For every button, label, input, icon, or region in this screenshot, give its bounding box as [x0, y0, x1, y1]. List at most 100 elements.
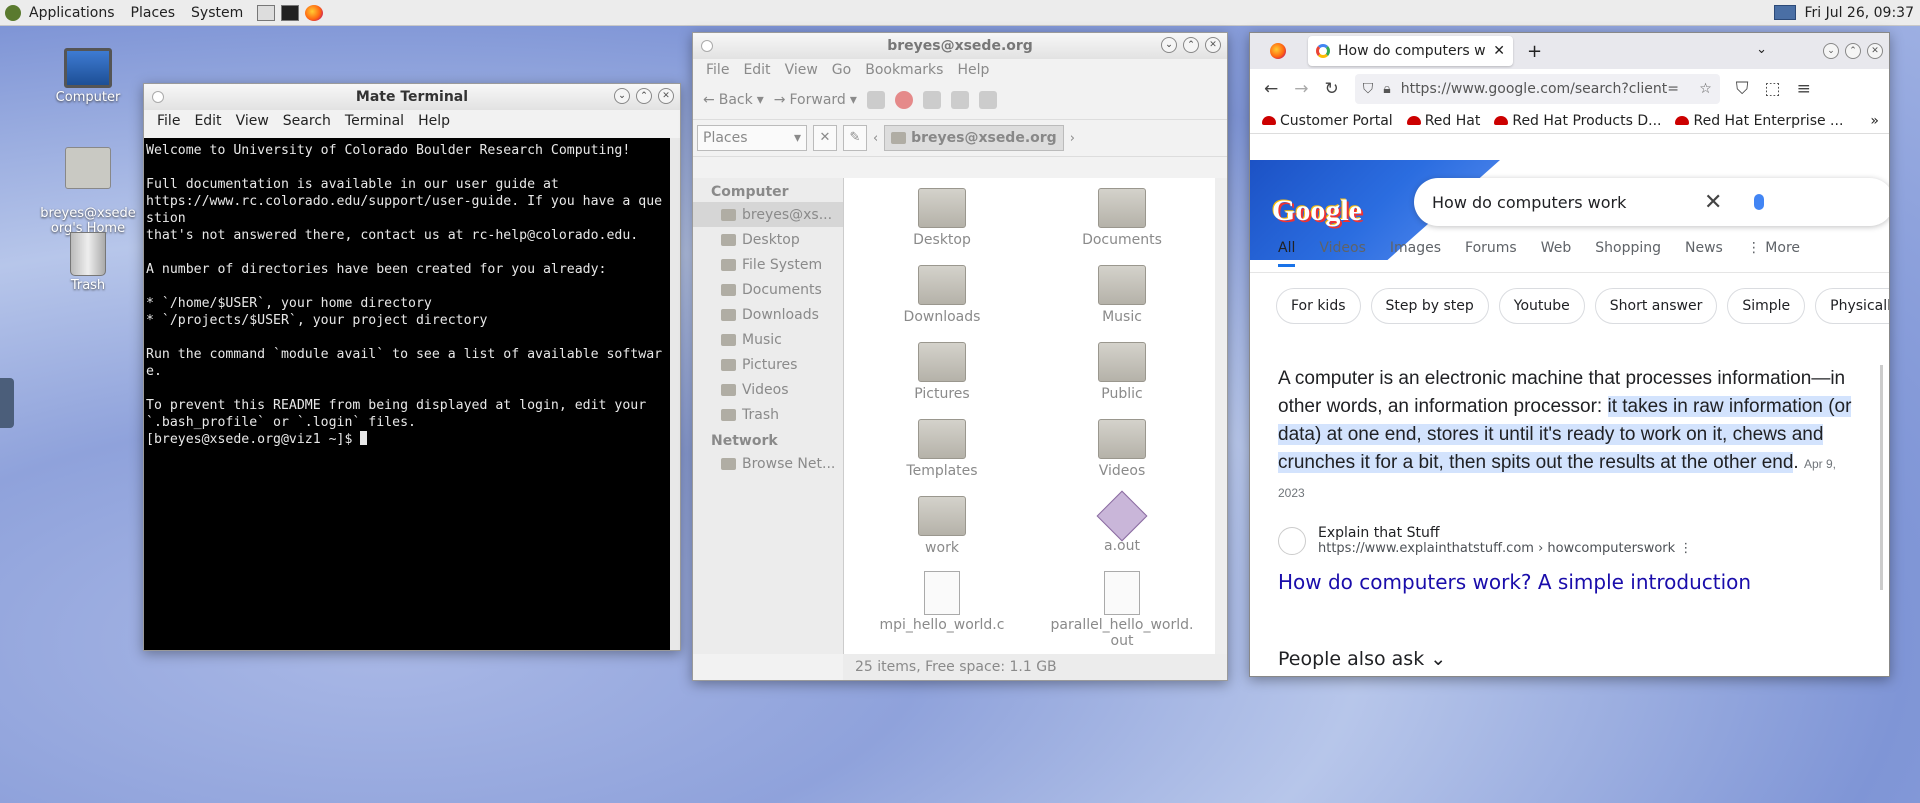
chevron-right-icon[interactable]: ›	[1070, 131, 1075, 146]
file-item-desktop[interactable]: Desktop	[852, 184, 1032, 261]
forward-button[interactable]: → Forward ▾	[774, 92, 857, 108]
menu-search[interactable]: Search	[276, 113, 338, 129]
up-icon[interactable]	[866, 91, 885, 109]
mate-logo-icon[interactable]	[5, 4, 21, 21]
sidebar-item-videos[interactable]: Videos	[693, 377, 843, 402]
tab-all[interactable]: All	[1278, 240, 1296, 267]
file-item-videos[interactable]: Videos	[1032, 415, 1212, 492]
tab-web[interactable]: Web	[1541, 240, 1572, 267]
sidebar-item-home[interactable]: breyes@xs...	[693, 202, 843, 227]
new-tab-icon[interactable]: +	[1527, 41, 1542, 62]
tab-more[interactable]: ⋮ More	[1747, 240, 1800, 267]
sidebar-item-documents[interactable]: Documents	[693, 277, 843, 302]
extensions-icon[interactable]: ⬚	[1765, 79, 1781, 99]
forward-arrow-icon[interactable]: →	[1294, 79, 1308, 99]
tab-shopping[interactable]: Shopping	[1595, 240, 1661, 267]
close-sidebar-button[interactable]: ✕	[813, 125, 837, 151]
file-item-a-out[interactable]: a.out	[1032, 490, 1212, 569]
bookmark-red-hat-enterprise[interactable]: Red Hat Enterprise ...	[1675, 113, 1843, 129]
menu-view[interactable]: View	[229, 113, 276, 129]
sidebar-item-music[interactable]: Music	[693, 327, 843, 352]
bookmark-star-icon[interactable]: ☆	[1699, 81, 1712, 97]
sidebar-item-trash[interactable]: Trash	[693, 402, 843, 427]
sidebar-item-pictures[interactable]: Pictures	[693, 352, 843, 377]
file-item-parallel-hello-world[interactable]: parallel_hello_world. out	[1032, 569, 1212, 649]
window-menu-icon[interactable]	[152, 91, 164, 103]
back-arrow-icon[interactable]: ←	[1264, 79, 1278, 99]
microphone-icon[interactable]	[1754, 194, 1764, 210]
tab-forums[interactable]: Forums	[1465, 240, 1517, 267]
back-button[interactable]: ← Back ▾	[703, 92, 764, 108]
home-icon[interactable]	[950, 91, 969, 109]
clear-search-icon[interactable]: ✕	[1704, 190, 1722, 215]
file-manager-launcher-icon[interactable]	[257, 4, 276, 21]
chevron-left-icon[interactable]: ‹	[873, 131, 878, 146]
file-item-documents[interactable]: Documents	[1032, 184, 1212, 261]
chip-for-kids[interactable]: For kids	[1276, 288, 1361, 324]
file-view[interactable]: Desktop Documents Downloads Music Pictur…	[843, 178, 1215, 654]
computer-icon[interactable]	[978, 91, 997, 109]
result-title-link[interactable]: How do computers work? A simple introduc…	[1278, 570, 1751, 594]
terminal-launcher-icon[interactable]	[281, 4, 300, 21]
tab-google-search[interactable]: How do computers work ✕	[1308, 36, 1513, 66]
chevron-down-icon[interactable]: ⌄	[1756, 42, 1767, 57]
file-view-scrollbar[interactable]	[1215, 178, 1227, 654]
close-button[interactable]: ✕	[1867, 43, 1883, 59]
tab-news[interactable]: News	[1685, 240, 1723, 267]
bookmark-customer-portal[interactable]: Customer Portal	[1262, 113, 1393, 129]
close-button[interactable]: ✕	[658, 88, 674, 104]
chip-short-answer[interactable]: Short answer	[1594, 288, 1718, 324]
network-icon[interactable]	[1774, 5, 1797, 20]
minimize-button[interactable]: ⌄	[1161, 37, 1177, 53]
maximize-button[interactable]: ⌃	[636, 88, 652, 104]
stop-icon[interactable]	[894, 91, 913, 109]
menu-view[interactable]: View	[778, 62, 825, 78]
more-bookmarks-icon[interactable]: »	[1870, 113, 1879, 129]
firefox-view-icon[interactable]	[1270, 43, 1286, 59]
menu-edit[interactable]: Edit	[187, 113, 228, 129]
terminal-titlebar[interactable]: Mate Terminal ⌄ ⌃ ✕	[144, 84, 680, 110]
file-item-templates[interactable]: Templates	[852, 415, 1032, 492]
shield-icon[interactable]: ⛉	[1363, 81, 1374, 97]
reload-icon[interactable]	[922, 91, 941, 109]
menu-bookmarks[interactable]: Bookmarks	[858, 62, 950, 78]
chip-step-by-step[interactable]: Step by step	[1370, 288, 1489, 324]
menu-places[interactable]: Places	[123, 5, 184, 21]
terminal-scrollbar[interactable]	[670, 138, 680, 650]
url-bar[interactable]: ⛉ 🔒︎ https://www.google.com/search?clien…	[1354, 74, 1720, 104]
close-button[interactable]: ✕	[1205, 37, 1221, 53]
chip-youtube[interactable]: Youtube	[1498, 288, 1585, 324]
url-text[interactable]: https://www.google.com/search?client=	[1401, 81, 1689, 97]
sidebar-item-desktop[interactable]: Desktop	[693, 227, 843, 252]
chevron-down-icon[interactable]: ▾	[850, 92, 857, 108]
hamburger-menu-icon[interactable]: ≡	[1797, 79, 1811, 99]
file-item-music[interactable]: Music	[1032, 261, 1212, 338]
menu-file[interactable]: File	[150, 113, 187, 129]
chip-simple[interactable]: Simple	[1727, 288, 1806, 324]
file-item-public[interactable]: Public	[1032, 338, 1212, 415]
file-item-downloads[interactable]: Downloads	[852, 261, 1032, 338]
sidebar-item-browse-network[interactable]: Browse Net...	[693, 451, 843, 476]
panel-handle[interactable]	[0, 378, 14, 428]
menu-edit[interactable]: Edit	[736, 62, 777, 78]
result-source[interactable]: Explain that Stuff https://www.explainth…	[1278, 525, 1692, 556]
tab-images[interactable]: Images	[1390, 240, 1441, 267]
chevron-down-icon[interactable]: ▾	[757, 92, 764, 108]
file-item-mpi-hello-world[interactable]: mpi_hello_world.c	[852, 569, 1032, 646]
bookmark-red-hat-products[interactable]: Red Hat Products D...	[1494, 113, 1661, 129]
menu-go[interactable]: Go	[825, 62, 858, 78]
minimize-button[interactable]: ⌄	[1823, 43, 1839, 59]
desktop-icon-trash[interactable]: Trash	[38, 232, 138, 293]
file-manager-titlebar[interactable]: breyes@xsede.org ⌄ ⌃ ✕	[693, 33, 1227, 59]
bookmark-red-hat[interactable]: Red Hat	[1406, 113, 1480, 129]
menu-applications[interactable]: Applications	[21, 5, 123, 21]
chip-physically[interactable]: Physically	[1815, 288, 1889, 324]
search-query[interactable]: How do computers work	[1432, 193, 1626, 212]
more-vert-icon[interactable]: ⋮	[1679, 541, 1692, 556]
places-dropdown[interactable]: Places ▾	[697, 125, 807, 151]
pocket-icon[interactable]: ⛉	[1736, 79, 1749, 99]
file-item-pictures[interactable]: Pictures	[852, 338, 1032, 415]
desktop-icon-computer[interactable]: Computer	[38, 48, 138, 105]
file-item-work[interactable]: work	[852, 492, 1032, 569]
terminal-output[interactable]: Welcome to University of Colorado Boulde…	[144, 138, 670, 650]
